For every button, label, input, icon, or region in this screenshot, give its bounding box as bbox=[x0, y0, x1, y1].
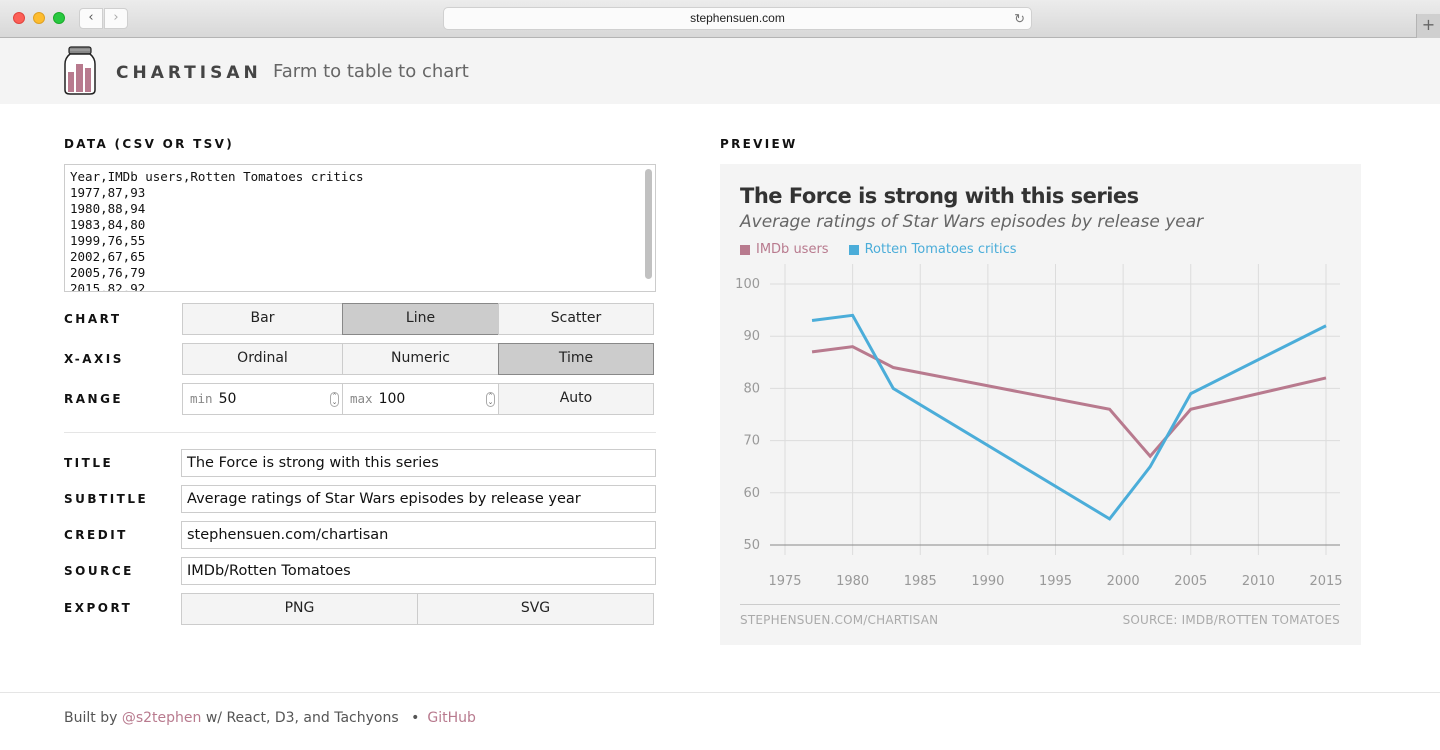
plus-icon: + bbox=[1421, 15, 1436, 34]
legend-label: Rotten Tomatoes critics bbox=[864, 242, 1017, 257]
title-label: TITLE bbox=[64, 456, 114, 470]
chevron-right-icon: › bbox=[113, 10, 119, 25]
stepper-icon[interactable]: ⌃ ⌄ bbox=[486, 392, 495, 407]
title-input[interactable]: The Force is strong with this series bbox=[181, 449, 656, 477]
legend-label: IMDb users bbox=[756, 242, 829, 257]
chart-legend: IMDb users Rotten Tomatoes critics bbox=[740, 242, 1017, 257]
data-section-label: DATA (CSV OR TSV) bbox=[64, 137, 234, 151]
data-textarea[interactable]: Year,IMDb users,Rotten Tomatoes critics … bbox=[64, 164, 656, 292]
close-window-button[interactable] bbox=[13, 12, 25, 24]
subtitle-input[interactable]: Average ratings of Star Wars episodes by… bbox=[181, 485, 656, 513]
range-max-value: 100 bbox=[378, 391, 406, 407]
legend-item-rotten-tomatoes: Rotten Tomatoes critics bbox=[848, 242, 1017, 257]
reload-icon[interactable]: ↻ bbox=[1014, 8, 1025, 29]
tech-text: w/ React, D3, and Tachyons bbox=[205, 710, 399, 726]
forward-button[interactable]: › bbox=[104, 8, 128, 29]
y-tick-label: 80 bbox=[743, 381, 760, 396]
range-max-input[interactable]: max 100 ⌃ ⌄ bbox=[342, 383, 499, 415]
app-header: CHARTISAN Farm to table to chart bbox=[0, 38, 1440, 104]
section-divider bbox=[64, 432, 656, 433]
line-chart: 1975 1980 1985 1990 1995 2000 2005 2010 2015 50 60… bbox=[735, 264, 1343, 589]
range-min-value: 50 bbox=[218, 391, 237, 407]
x-axis-label: X-AXIS bbox=[64, 352, 124, 366]
export-png-button[interactable]: PNG bbox=[181, 593, 418, 625]
subtitle-label: SUBTITLE bbox=[64, 492, 149, 506]
textarea-scrollbar[interactable] bbox=[645, 169, 652, 279]
chart-subtitle: Average ratings of Star Wars episodes by… bbox=[740, 212, 1204, 232]
chart-credit: STEPHENSUEN.COM/CHARTISAN bbox=[740, 613, 939, 627]
jar-logo-icon bbox=[64, 46, 96, 95]
chart-type-line-button[interactable]: Line bbox=[342, 303, 499, 335]
tagline: Farm to table to chart bbox=[273, 61, 469, 82]
chart-footer-divider bbox=[740, 604, 1340, 605]
export-svg-button[interactable]: SVG bbox=[417, 593, 654, 625]
credit-label: CREDIT bbox=[64, 528, 128, 542]
range-label: RANGE bbox=[64, 392, 124, 406]
range-min-placeholder: min bbox=[190, 391, 213, 406]
stepper-icon[interactable]: ⌃ ⌄ bbox=[330, 392, 339, 407]
address-bar[interactable]: stephensuen.com ↻ bbox=[443, 7, 1032, 30]
chart-source: SOURCE: IMDB/ROTTEN TOMATOES bbox=[1122, 613, 1340, 627]
x-tick-label: 1985 bbox=[904, 574, 937, 589]
range-min-input[interactable]: min 50 ⌃ ⌄ bbox=[182, 383, 343, 415]
chart-type-scatter-button[interactable]: Scatter bbox=[498, 303, 654, 335]
brand-name: CHARTISAN bbox=[116, 63, 262, 83]
back-button[interactable]: ‹ bbox=[79, 8, 103, 29]
range-auto-button[interactable]: Auto bbox=[498, 383, 654, 415]
x-axis-time-button[interactable]: Time bbox=[498, 343, 654, 375]
preview-section-label: PREVIEW bbox=[720, 137, 798, 151]
y-tick-label: 100 bbox=[735, 277, 760, 292]
x-tick-label: 2000 bbox=[1107, 574, 1140, 589]
chart-type-label: CHART bbox=[64, 312, 122, 326]
x-tick-label: 1980 bbox=[836, 574, 869, 589]
chart-preview: 1975 1980 1985 1990 1995 2000 2005 2010 2015 50 60… bbox=[720, 164, 1361, 645]
built-by-text: Built by bbox=[64, 710, 118, 726]
legend-item-imdb: IMDb users bbox=[740, 242, 829, 257]
browser-toolbar: ‹ › stephensuen.com ↻ + bbox=[0, 0, 1440, 38]
range-max-placeholder: max bbox=[350, 391, 373, 406]
y-tick-label: 70 bbox=[743, 434, 760, 449]
url-text: stephensuen.com bbox=[690, 11, 785, 25]
x-tick-label: 1990 bbox=[971, 574, 1004, 589]
data-text: Year,IMDb users,Rotten Tomatoes critics … bbox=[70, 169, 364, 292]
legend-swatch bbox=[848, 244, 859, 255]
credit-input[interactable]: stephensuen.com/chartisan bbox=[181, 521, 656, 549]
chart-type-bar-button[interactable]: Bar bbox=[182, 303, 343, 335]
footer-text: Built by @s2tephen w/ React, D3, and Tac… bbox=[64, 710, 476, 726]
source-input[interactable]: IMDb/Rotten Tomatoes bbox=[181, 557, 656, 585]
new-tab-button[interactable]: + bbox=[1416, 14, 1440, 38]
export-label: EXPORT bbox=[64, 601, 133, 615]
github-link[interactable]: GitHub bbox=[427, 710, 476, 726]
series-line-rotten-tomatoes bbox=[811, 313, 1327, 521]
x-tick-label: 1995 bbox=[1039, 574, 1072, 589]
x-axis-numeric-button[interactable]: Numeric bbox=[342, 343, 499, 375]
source-label: SOURCE bbox=[64, 564, 134, 578]
y-tick-label: 60 bbox=[743, 486, 760, 501]
y-tick-label: 90 bbox=[743, 329, 760, 344]
legend-swatch bbox=[740, 244, 750, 255]
chart-title: The Force is strong with this series bbox=[740, 184, 1139, 208]
minimize-window-button[interactable] bbox=[33, 12, 45, 24]
y-tick-label: 50 bbox=[743, 538, 760, 553]
author-link[interactable]: @s2tephen bbox=[122, 710, 202, 726]
x-tick-label: 2005 bbox=[1174, 574, 1207, 589]
x-tick-label: 2010 bbox=[1242, 574, 1275, 589]
x-tick-label: 2015 bbox=[1309, 574, 1342, 589]
page-footer: Built by @s2tephen w/ React, D3, and Tac… bbox=[0, 692, 1440, 750]
x-tick-label: 1975 bbox=[768, 574, 801, 589]
bullet-separator: • bbox=[411, 710, 420, 726]
x-axis-ordinal-button[interactable]: Ordinal bbox=[182, 343, 343, 375]
maximize-window-button[interactable] bbox=[53, 12, 65, 24]
chevron-left-icon: ‹ bbox=[88, 10, 94, 25]
